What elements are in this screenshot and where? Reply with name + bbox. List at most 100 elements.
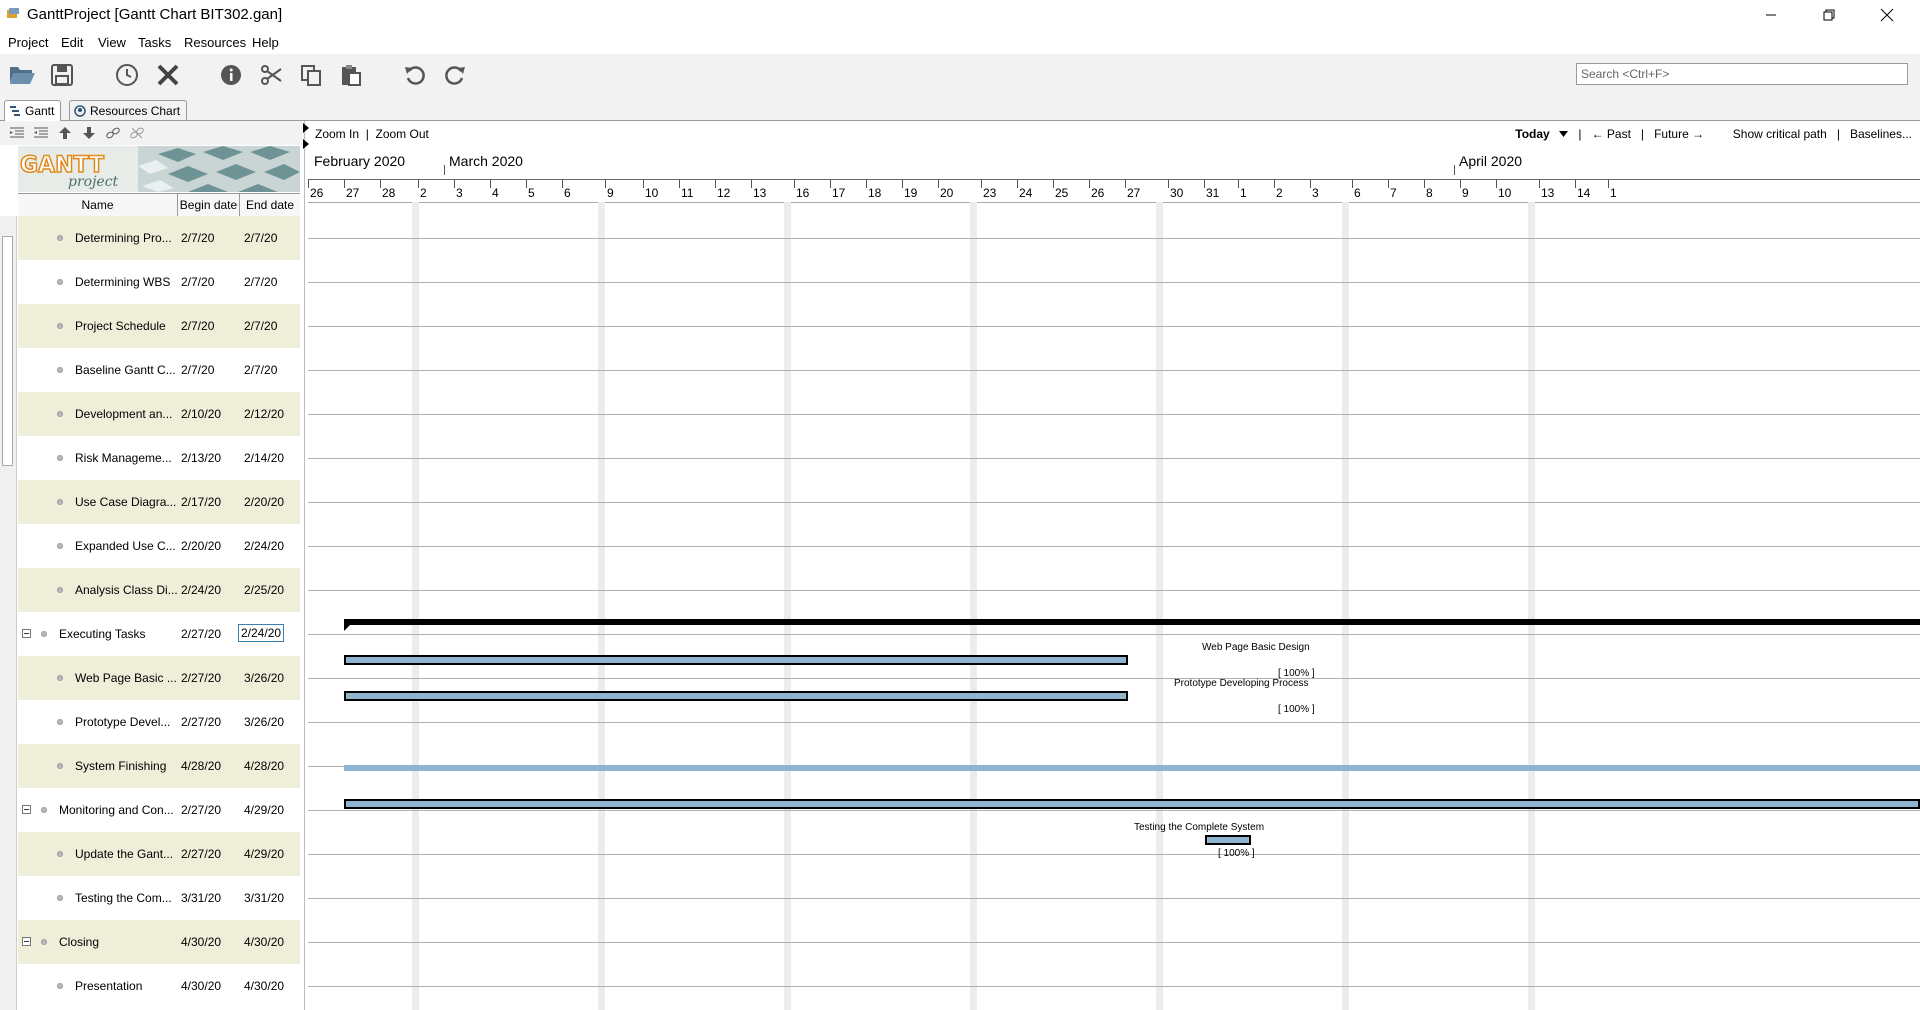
menu-project[interactable]: Project [8, 35, 48, 50]
table-row[interactable]: Testing the Com... 3/31/20 3/31/20 [18, 876, 300, 920]
table-row[interactable]: Monitoring and Con... 2/27/20 4/29/20 [18, 788, 300, 832]
day-label: 6 [564, 186, 571, 200]
task-bullet-icon [57, 235, 63, 241]
tab-gantt[interactable]: Gantt [4, 100, 62, 121]
undo-button[interactable] [400, 60, 430, 90]
task-name: Update the Gant... [75, 847, 174, 861]
timeline-months: February 2020 March 2020 April 2020 [308, 147, 1920, 175]
paste-button[interactable] [336, 60, 366, 90]
logo-graphic: GANTT project [18, 146, 300, 192]
chart-toolbar: Zoom In | Zoom Out Today | ← Past | Futu… [308, 121, 1920, 145]
table-row[interactable]: Risk Manageme... 2/13/20 2/14/20 [18, 436, 300, 480]
table-row[interactable]: Analysis Class Di... 2/24/20 2/25/20 [18, 568, 300, 612]
scroll-thumb[interactable] [2, 236, 13, 466]
link-tasks-button[interactable] [104, 125, 122, 141]
restore-button[interactable] [1800, 0, 1858, 30]
column-header-end-date[interactable]: End date [240, 194, 300, 216]
weekend-column [1156, 202, 1163, 1010]
day-label: 9 [607, 186, 614, 200]
table-row[interactable]: Baseline Gantt C... 2/7/20 2/7/20 [18, 348, 300, 392]
table-row[interactable]: Presentation 4/30/20 4/30/20 [18, 964, 300, 1008]
weekend-column [598, 202, 605, 1010]
search-input[interactable] [1576, 63, 1908, 85]
table-row[interactable]: Expanded Use C... 2/20/20 2/24/20 [18, 524, 300, 568]
move-up-button[interactable] [56, 125, 74, 141]
task-bullet-icon [41, 939, 47, 945]
indent-button[interactable] [32, 125, 50, 141]
history-icon [116, 64, 138, 86]
close-window-button[interactable] [1858, 0, 1916, 30]
month-label: February 2020 [314, 153, 406, 169]
task-end-date: 2/7/20 [244, 363, 278, 377]
task-bar-testing-complete-system[interactable] [1205, 835, 1251, 845]
task-bar-update-gantt[interactable] [344, 799, 1920, 809]
cut-button[interactable] [256, 60, 286, 90]
past-button[interactable]: ← Past [1592, 127, 1631, 141]
day-label: 8 [1426, 186, 1433, 200]
menu-tasks[interactable]: Tasks [138, 35, 171, 50]
tab-resources-label: Resources Chart [90, 103, 181, 118]
day-label: 4 [492, 186, 499, 200]
minimize-button[interactable] [1742, 0, 1800, 30]
menu-resources[interactable]: Resources [184, 35, 246, 50]
delete-button[interactable] [153, 60, 183, 90]
table-row[interactable]: Executing Tasks 2/27/20 2/24/20 [18, 612, 300, 656]
today-dropdown[interactable]: Today [1515, 127, 1549, 141]
save-icon [51, 64, 73, 86]
summary-bar-monitoring[interactable] [344, 765, 1920, 771]
task-bullet-icon [57, 675, 63, 681]
day-label: 5 [528, 186, 535, 200]
task-begin-date: 2/20/20 [181, 539, 222, 553]
table-row[interactable]: Development an... 2/10/20 2/12/20 [18, 392, 300, 436]
table-row[interactable]: Project Schedule 2/7/20 2/7/20 [18, 304, 300, 348]
table-row[interactable]: Closing 4/30/20 4/30/20 [18, 920, 300, 964]
chevron-down-icon[interactable] [1559, 130, 1569, 138]
show-critical-path-button[interactable]: Show critical path [1733, 127, 1827, 141]
task-begin-date: 2/7/20 [181, 363, 215, 377]
task-begin-date: 2/27/20 [181, 627, 222, 641]
task-end-date-editor[interactable]: 2/24/20 [238, 624, 285, 642]
task-bar-prototype-developing[interactable] [344, 691, 1128, 701]
row-line [308, 414, 1920, 415]
task-bar-web-page-basic-design[interactable] [344, 655, 1128, 665]
collapse-toggle-icon[interactable] [22, 937, 31, 946]
table-row[interactable]: Update the Gant... 2/27/20 4/29/20 [18, 832, 300, 876]
task-bullet-icon [57, 411, 63, 417]
column-header-begin-date[interactable]: Begin date [178, 194, 240, 216]
table-row[interactable]: Web Page Basic ... 2/27/20 3/26/20 [18, 656, 300, 700]
unlink-tasks-button[interactable] [128, 125, 146, 141]
task-bullet-icon [57, 587, 63, 593]
task-end-date: 4/29/20 [244, 847, 285, 861]
menu-edit[interactable]: Edit [61, 35, 83, 50]
future-button[interactable]: Future → [1654, 127, 1704, 141]
unindent-button[interactable] [8, 125, 26, 141]
collapse-toggle-icon[interactable] [22, 805, 31, 814]
table-row[interactable]: Prototype Devel... 2/27/20 3/26/20 [18, 700, 300, 744]
summary-bar-executing[interactable] [344, 619, 1920, 625]
table-row[interactable]: Determining WBS 2/7/20 2/7/20 [18, 260, 300, 304]
task-end-date: 4/30/20 [244, 935, 285, 949]
redo-button[interactable] [440, 60, 470, 90]
day-label: 17 [832, 186, 846, 200]
view-tabs: Gantt Resources Chart [0, 98, 1920, 121]
collapse-toggle-icon[interactable] [22, 629, 31, 638]
move-down-button[interactable] [80, 125, 98, 141]
tab-resources-chart[interactable]: Resources Chart [69, 100, 188, 120]
save-button[interactable] [47, 60, 77, 90]
table-row[interactable]: Determining Pro... 2/7/20 2/7/20 [18, 216, 300, 260]
menu-view[interactable]: View [98, 35, 126, 50]
table-row[interactable]: Use Case Diagra... 2/17/20 2/20/20 [18, 480, 300, 524]
copy-button[interactable] [296, 60, 326, 90]
zoom-in-button[interactable]: Zoom In [315, 127, 359, 141]
menu-help[interactable]: Help [252, 35, 279, 50]
task-name: System Finishing [75, 759, 167, 773]
history-button[interactable] [112, 60, 142, 90]
task-tree-scrollbar[interactable] [0, 216, 17, 1010]
resources-icon [74, 104, 86, 117]
open-button[interactable] [7, 60, 37, 90]
baselines-button[interactable]: Baselines... [1850, 127, 1912, 141]
properties-button[interactable] [216, 60, 246, 90]
zoom-out-button[interactable]: Zoom Out [376, 127, 429, 141]
column-header-name[interactable]: Name [18, 194, 178, 216]
table-row[interactable]: System Finishing 4/28/20 4/28/20 [18, 744, 300, 788]
